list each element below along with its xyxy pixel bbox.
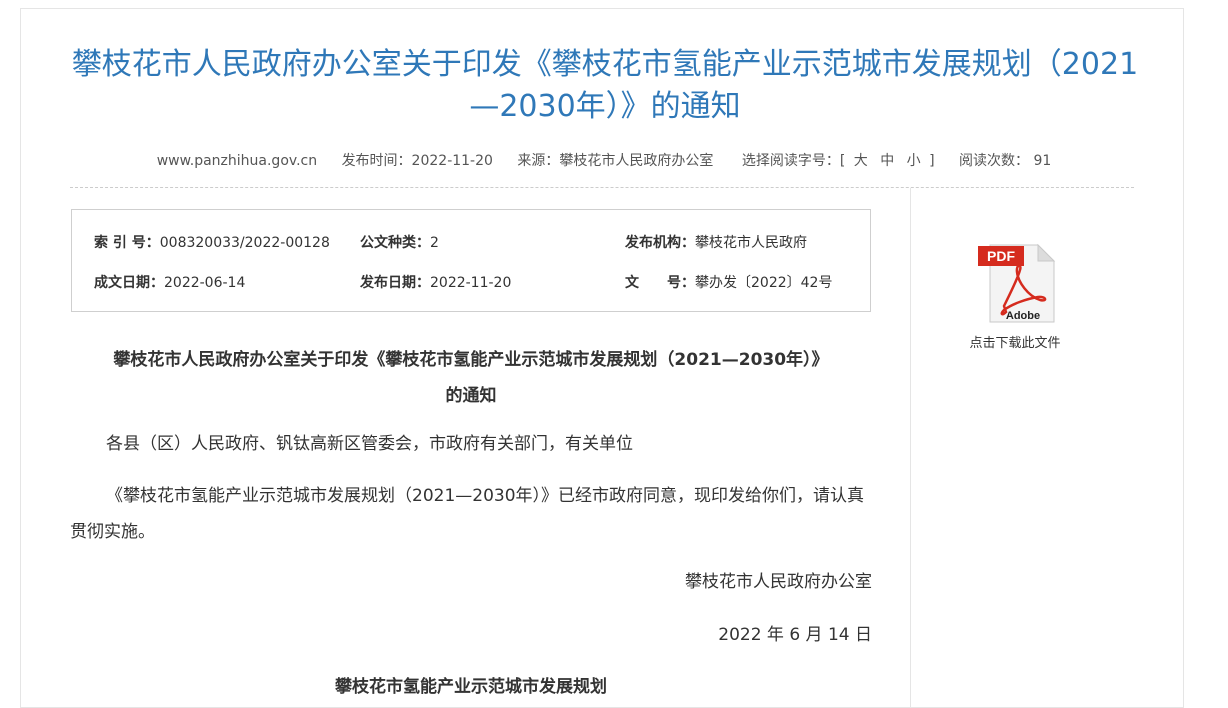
info-category: 公文种类：2 <box>360 232 439 252</box>
info-index: 索 引 号：008320033/2022-00128 <box>94 232 330 252</box>
recipients-paragraph: 各县（区）人民政府、钒钛高新区管委会，市政府有关部门，有关单位 <box>106 434 633 454</box>
source: 来源：攀枝花市人民政府办公室 <box>517 153 714 169</box>
publish-time: 发布时间：2022-11-20 <box>341 153 493 169</box>
view-count: 阅读次数： 91 <box>959 153 1052 169</box>
document-heading-line2: 的通知 <box>445 386 497 406</box>
sidebar-divider <box>910 188 911 708</box>
info-publish-date: 发布日期：2022-11-20 <box>360 272 511 292</box>
info-org: 发布机构：攀枝花市人民政府 <box>625 232 807 252</box>
info-publish-value: 2022-11-20 <box>430 275 512 291</box>
font-size-medium-link[interactable]: 中 <box>880 153 894 169</box>
info-category-value: 2 <box>430 235 439 251</box>
info-index-label: 索 引 号： <box>94 235 160 251</box>
signer: 攀枝花市人民政府办公室 <box>685 572 872 592</box>
info-org-value: 攀枝花市人民政府 <box>695 235 807 251</box>
info-category-label: 公文种类： <box>360 235 430 251</box>
info-written-date: 成文日期：2022-06-14 <box>94 272 245 292</box>
info-docno-label: 文 号： <box>625 275 695 291</box>
font-size-large-link[interactable]: 大 <box>854 153 868 169</box>
info-org-label: 发布机构： <box>625 235 695 251</box>
font-size-small-link[interactable]: 小 <box>907 153 921 169</box>
site-url[interactable]: www.panzhihua.gov.cn <box>157 153 317 169</box>
info-index-value: 008320033/2022-00128 <box>159 235 330 251</box>
body-paragraph: 《攀枝花市氢能产业示范城市发展规划（2021—2030年）》已经市政府同意，现印… <box>70 486 865 542</box>
font-size-selector: 选择阅读字号：[ 大 中 小 ] <box>742 153 939 169</box>
pdf-badge-text: PDF <box>987 248 1015 264</box>
info-docno-value: 攀办发〔2022〕42号 <box>695 275 833 291</box>
font-size-label: 选择阅读字号：[ <box>741 153 846 169</box>
info-publish-label: 发布日期： <box>360 275 430 291</box>
pdf-adobe-text: Adobe <box>1006 310 1040 322</box>
meta-bar: www.panzhihua.gov.cn 发布时间：2022-11-20 来源：… <box>0 150 1208 170</box>
header-divider <box>70 187 1134 188</box>
document-heading: 攀枝花市人民政府办公室关于印发《攀枝花市氢能产业示范城市发展规划（2021—20… <box>70 342 872 414</box>
font-size-end: ] <box>929 153 935 169</box>
info-written-label: 成文日期： <box>94 275 164 291</box>
document-heading-line1: 攀枝花市人民政府办公室关于印发《攀枝花市氢能产业示范城市发展规划（2021—20… <box>113 350 829 370</box>
signing-date: 2022 年 6 月 14 日 <box>718 625 872 645</box>
info-doc-number: 文 号：攀办发〔2022〕42号 <box>625 272 832 292</box>
document-info-box: 索 引 号：008320033/2022-00128 公文种类：2 发布机构：攀… <box>71 209 871 312</box>
plan-title: 攀枝花市氢能产业示范城市发展规划 <box>335 677 607 697</box>
download-file-link[interactable]: 点击下载此文件 <box>940 332 1090 351</box>
info-written-value: 2022-06-14 <box>164 275 246 291</box>
pdf-download-icon[interactable]: PDF Adobe <box>976 242 1058 324</box>
page-title: 攀枝花市人民政府办公室关于印发《攀枝花市氢能产业示范城市发展规划（2021—20… <box>71 47 1139 124</box>
